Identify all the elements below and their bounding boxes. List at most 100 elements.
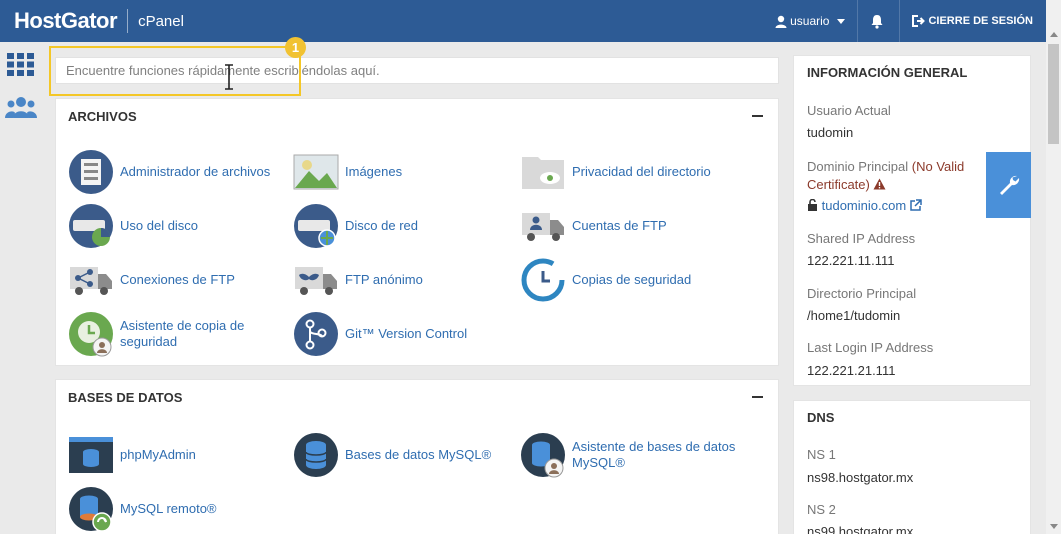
item-label: Asistente de bases de datos MySQL® [572, 439, 736, 470]
left-rail [0, 42, 41, 534]
phpmyadmin-link[interactable]: phpMyAdmin [68, 432, 196, 478]
dns-panel: DNS NS 1 ns98.hostgator.mx NS 2 ns99.hos… [793, 400, 1031, 534]
cpanel-logo[interactable]: cPanel [138, 13, 184, 30]
disk-usage-link[interactable]: Uso del disco [68, 203, 198, 249]
collapse-icon[interactable] [752, 115, 763, 117]
panel-title: INFORMACIÓN GENERAL [807, 65, 968, 80]
item-label: Uso del disco [120, 218, 199, 233]
item-label: Copias de seguridad [572, 272, 692, 287]
ftp-truck-network-icon [70, 267, 112, 295]
domain-link[interactable]: tudominio.com [822, 198, 907, 213]
chevron-down-icon [837, 18, 846, 24]
user-icon [775, 15, 787, 28]
logout-label: CIERRE DE SESIÓN [928, 15, 1033, 27]
last-login-value: 122.221.21.111 [807, 363, 896, 378]
item-label: Cuentas de FTP [572, 218, 667, 233]
ns2-value: ns99.hostgator.mx [807, 524, 914, 534]
tools-tab-button[interactable] [986, 152, 1031, 218]
backups-link[interactable]: Copias de seguridad [520, 257, 691, 303]
databases-panel: BASES DE DATOS phpMyAdmin Bases de datos… [55, 379, 779, 534]
brand-divider [127, 9, 129, 33]
item-label: Bases de datos MySQL® [345, 447, 492, 462]
apps-grid-icon[interactable] [7, 53, 34, 76]
main-domain-label-text: Dominio Principal [807, 159, 909, 174]
item-label: Asistente de copia de seguridad [120, 318, 245, 349]
item-label: phpMyAdmin [120, 447, 196, 462]
hostgator-logo[interactable]: HostGator [14, 8, 118, 34]
item-label: FTP anónimo [345, 272, 423, 287]
item-label: Git™ Version Control [345, 326, 468, 341]
current-user-label: Usuario Actual [807, 103, 891, 118]
anonymous-ftp-link[interactable]: FTP anónimo [293, 257, 423, 303]
mysql-databases-link[interactable]: Bases de datos MySQL® [293, 432, 491, 478]
main-domain-value[interactable]: tudominio.com [807, 198, 922, 213]
remote-mysql-link[interactable]: MySQL remoto® [68, 486, 217, 532]
top-right-controls: usuario CIERRE DE SESIÓN [763, 0, 1045, 42]
item-label: Administrador de archivos [120, 164, 271, 179]
ftp-accounts-link[interactable]: Cuentas de FTP [520, 203, 667, 249]
search-input[interactable] [56, 58, 778, 83]
panel-title: BASES DE DATOS [68, 390, 183, 405]
database-wizard-icon [521, 433, 565, 478]
main-domain-label: Dominio Principal (No Valid Certificate) [807, 158, 997, 194]
file-manager-icon [69, 150, 113, 194]
backup-wizard-icon [69, 312, 113, 357]
phpmyadmin-icon [69, 437, 113, 473]
users-icon[interactable] [5, 96, 37, 120]
general-info-panel: INFORMACIÓN GENERAL Usuario Actual tudom… [793, 55, 1031, 386]
last-login-label: Last Login IP Address [807, 340, 934, 355]
ftp-truck-mask-icon [295, 267, 337, 295]
file-manager-link[interactable]: Administrador de archivos [68, 149, 270, 195]
logout-button[interactable]: CIERRE DE SESIÓN [900, 0, 1045, 42]
mysql-wizard-link[interactable]: Asistente de bases de datos MySQL® [520, 432, 742, 478]
home-directory-value: /home1/tudomin [807, 308, 901, 323]
logout-icon [912, 15, 926, 27]
lock-open-icon [808, 198, 817, 211]
shared-ip-label: Shared IP Address [807, 231, 916, 246]
step-badge: 1 [285, 37, 306, 58]
item-label: Imágenes [345, 164, 403, 179]
item-label: Conexiones de FTP [120, 272, 235, 287]
top-bar: HostGator cPanel usuario CIERRE DE SESIÓ… [0, 0, 1061, 42]
user-name: usuario [790, 14, 830, 28]
item-label: MySQL remoto® [120, 501, 217, 516]
disk-usage-icon [69, 204, 113, 248]
backup-wizard-link[interactable]: Asistente de copia de seguridad [68, 311, 260, 357]
directory-privacy-link[interactable]: Privacidad del directorio [520, 149, 711, 195]
page-scrollbar[interactable] [1046, 0, 1061, 534]
item-label: Privacidad del directorio [572, 164, 711, 179]
item-label: Disco de red [345, 218, 418, 233]
git-version-control-link[interactable]: Git™ Version Control [293, 311, 467, 357]
network-disk-icon [294, 204, 338, 248]
collapse-icon[interactable] [752, 396, 763, 398]
quick-find-search[interactable] [55, 57, 779, 84]
shared-ip-value: 122.221.11.111 [807, 253, 895, 268]
images-link[interactable]: Imágenes [293, 149, 402, 195]
text-cursor-icon [225, 64, 233, 90]
scroll-down-icon[interactable] [1050, 524, 1058, 529]
external-link-icon[interactable] [910, 199, 922, 211]
database-icon [294, 433, 338, 477]
ftp-connections-link[interactable]: Conexiones de FTP [68, 257, 235, 303]
notifications-button[interactable] [858, 0, 899, 42]
scroll-up-icon[interactable] [1050, 32, 1058, 37]
current-user-value: tudomin [807, 125, 854, 140]
ftp-truck-user-icon [522, 213, 564, 241]
images-icon [293, 154, 339, 190]
backup-clock-icon [521, 258, 565, 302]
scroll-thumb[interactable] [1048, 44, 1059, 144]
wrench-icon [999, 175, 1019, 195]
ns2-label: NS 2 [807, 502, 836, 517]
panel-title: ARCHIVOS [68, 109, 137, 124]
panel-title: DNS [807, 410, 835, 425]
files-panel: ARCHIVOS Administrador de archivos Imáge… [55, 98, 779, 366]
home-directory-label: Directorio Principal [807, 286, 917, 301]
ns1-value: ns98.hostgator.mx [807, 470, 914, 485]
warning-icon [873, 178, 886, 190]
folder-eye-icon [522, 157, 564, 189]
ns1-label: NS 1 [807, 447, 836, 462]
network-disk-link[interactable]: Disco de red [293, 203, 418, 249]
remote-database-icon [69, 487, 113, 532]
bell-icon [871, 14, 883, 29]
user-menu[interactable]: usuario [763, 0, 857, 42]
